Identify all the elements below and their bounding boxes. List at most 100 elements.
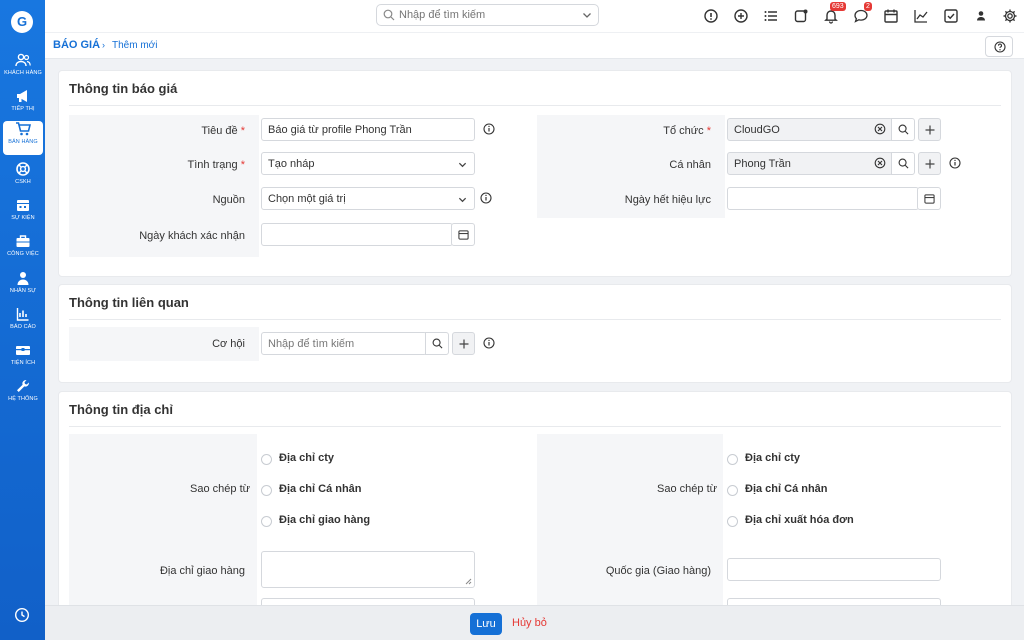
opportunity-search-input[interactable]: Nhập để tìm kiếm [261,332,427,355]
chevron-down-icon [458,162,467,168]
lifebuoy-icon [16,162,30,176]
radio-right-personal-address[interactable] [727,485,738,496]
search-icon [898,124,909,135]
info-icon[interactable] [949,157,961,169]
radio-left-shipping-address[interactable] [261,516,272,527]
info-icon[interactable] [480,192,492,204]
contact-input[interactable]: Phong Trần [727,152,893,175]
notifications-count-badge: 693 [830,2,846,11]
breadcrumb: BÁO GIÁ › Thêm mới [45,32,1024,59]
radio-left-personal-address[interactable] [261,485,272,496]
sidebar-item-reports[interactable]: BÁO CÁO [3,306,43,340]
messages-count-badge: 2 [864,2,872,11]
sidebar-item-customers[interactable]: KHÁCH HÀNG [3,52,43,86]
option-label: Địa chỉ cty [745,452,801,464]
divider [69,105,1001,106]
plus-icon [925,159,935,169]
address-info-card: Thông tin địa chỉ Sao chép từ Địa chỉ ct… [58,391,1012,634]
opportunity-search-button[interactable] [425,332,449,355]
org-add-button[interactable] [918,118,941,141]
calendar-icon [458,230,469,240]
expiry-date-input[interactable] [727,187,919,210]
question-circle-icon [994,41,1006,53]
contact-field-label: Cá nhân [669,159,711,171]
breadcrumb-module[interactable]: BÁO GIÁ [53,39,100,51]
sidebar-item-support[interactable]: CSKH [3,161,43,195]
sidebar-item-system[interactable]: HỆ THỐNG [3,378,43,412]
org-field-label: Tổ chức * [549,125,711,137]
sidebar-item-events[interactable]: SỰ KIỆN [3,197,43,231]
shipping-address-textarea[interactable] [261,551,475,588]
sidebar-item-tasks[interactable]: CÔNG VIỆC [3,233,43,267]
line-chart-icon[interactable] [913,8,929,24]
sidebar-item-hr[interactable]: NHÂN SỰ [3,270,43,304]
quote-info-card: Thông tin báo giá Tiêu đề * Báo giá từ p… [58,70,1012,277]
global-search-input[interactable] [399,7,569,23]
label-panel-left [69,434,257,634]
save-button[interactable]: Lưu [470,613,502,635]
list-icon[interactable] [763,8,779,24]
sidebar-item-utilities[interactable]: TIỆN ÍCH [3,342,43,376]
confirm-date-field-label: Ngày khách xác nhận [139,230,245,242]
top-bar: 693 2 [45,0,1024,32]
radio-left-company-address[interactable] [261,454,272,465]
info-icon[interactable] [483,123,495,135]
org-search-button[interactable] [891,118,915,141]
shipping-address-label: Địa chỉ giao hàng [159,565,245,577]
option-label: Địa chỉ xuất hóa đơn [745,514,854,526]
info-icon[interactable] [483,337,495,349]
user-icon[interactable] [973,8,989,24]
sidebar-item-label: KHÁCH HÀNG [4,70,42,76]
global-search[interactable] [376,4,599,26]
clear-icon[interactable] [874,157,886,169]
sidebar-item-label: BÁO CÁO [10,324,36,330]
help-button[interactable] [985,36,1013,57]
section-title: Thông tin liên quan [69,295,189,310]
users-icon [15,53,31,67]
person-icon [17,272,29,285]
radio-right-company-address[interactable] [727,454,738,465]
confirm-date-calendar-button[interactable] [451,223,475,246]
task-check-icon[interactable] [943,8,959,24]
contact-search-button[interactable] [891,152,915,175]
app-logo[interactable]: G [11,11,33,33]
opportunity-field-label: Cơ hội [212,338,245,350]
sidebar-item-label: HỆ THỐNG [8,396,38,402]
radio-right-invoice-address[interactable] [727,516,738,527]
sidebar-item-label: TIẾP THỊ [11,106,35,112]
sidebar-item-marketing[interactable]: TIẾP THỊ [3,88,43,122]
required-marker: * [240,159,245,171]
title-input[interactable]: Báo giá từ profile Phong Trần [261,118,475,141]
clock-icon[interactable] [14,607,30,623]
divider [69,426,1001,427]
notifications-button[interactable]: 693 [823,2,846,24]
source-select[interactable]: Chọn một giá trị [261,187,475,210]
calendar-icon[interactable] [883,8,899,24]
shipping-country-input[interactable] [727,558,941,581]
chevron-down-icon[interactable] [582,10,592,20]
contact-add-button[interactable] [918,152,941,175]
title-label-text: Tiêu đề [201,125,238,137]
gear-icon[interactable] [1002,8,1018,24]
expiry-date-field-label: Ngày hết hiệu lực [624,194,711,206]
messages-button[interactable]: 2 [853,2,872,24]
divider [69,319,1001,320]
note-icon[interactable] [793,8,809,24]
confirm-date-input[interactable] [261,223,453,246]
info-circle-icon[interactable] [703,8,719,24]
sidebar-item-label: NHÂN SỰ [9,288,37,294]
sidebar-item-label: SỰ KIỆN [11,215,35,221]
sidebar-item-sales[interactable]: BÁN HÀNG [3,121,43,155]
opportunity-add-button[interactable] [452,332,475,355]
sidebar: G KHÁCH HÀNG TIẾP THỊ BÁN HÀNG CSKH SỰ K… [0,0,45,640]
status-select[interactable]: Tạo nháp [261,152,475,175]
add-circle-icon[interactable] [733,8,749,24]
expiry-date-calendar-button[interactable] [917,187,941,210]
resize-grip-icon[interactable] [465,578,472,585]
cancel-button[interactable]: Hủy bỏ [512,617,547,629]
required-marker: * [240,125,245,137]
plus-icon [459,339,469,349]
org-input[interactable]: CloudGO [727,118,893,141]
shipping-country-label: Quốc gia (Giao hàng) [605,565,711,577]
clear-icon[interactable] [874,123,886,135]
